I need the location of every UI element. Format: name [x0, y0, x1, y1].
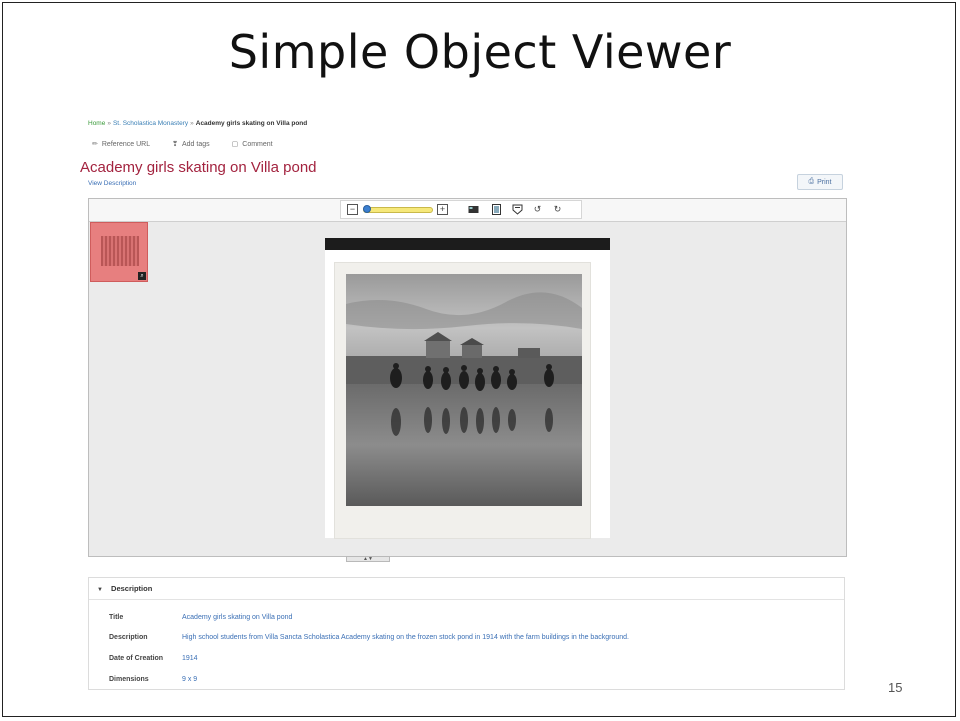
zoom-in-icon[interactable]: + — [437, 204, 448, 215]
print-label: Print — [817, 178, 832, 186]
rotate-right-icon[interactable]: ↻ — [552, 204, 563, 215]
field-value[interactable]: 9 x 9 — [182, 676, 197, 683]
reference-url-label: Reference URL — [101, 140, 151, 148]
comment-link[interactable]: ▢ Comment — [231, 140, 273, 149]
magnify-icon[interactable]: ⌕ — [138, 272, 146, 280]
slide-title: Simple Object Viewer — [228, 25, 732, 79]
object-actions: ✏ Reference URL ❣ Add tags ▢ Comment — [92, 140, 273, 149]
field-value[interactable]: High school students from Villa Sancta S… — [182, 634, 629, 641]
comment-label: Comment — [242, 140, 273, 148]
link-icon: ✏ — [92, 141, 98, 148]
fit-page-icon[interactable] — [491, 204, 502, 215]
page-layout-icon[interactable] — [512, 204, 523, 215]
image-canvas[interactable] — [325, 238, 610, 538]
fit-width-icon[interactable] — [468, 204, 479, 215]
viewer-resize-handle[interactable]: ▲▼ — [346, 556, 390, 562]
breadcrumb: Home» St. Scholastica Monastery» Academy g… — [88, 120, 307, 127]
viewer-toolbar: − + ↺ ↻ — [89, 199, 846, 222]
tag-icon: ❣ — [172, 141, 178, 148]
collapse-triangle-icon: ▼ — [97, 587, 103, 593]
viewer-toolbar-group: − + ↺ ↻ — [340, 200, 582, 219]
field-label: Date of Creation — [109, 655, 164, 662]
description-panel: ▼ Description Title Academy girls skatin… — [88, 577, 845, 690]
field-value[interactable]: Academy girls skating on Villa pond — [182, 614, 292, 621]
zoom-slider-handle[interactable] — [363, 205, 371, 213]
breadcrumb-separator: » — [190, 120, 194, 127]
print-button[interactable]: ⎙ Print — [797, 174, 843, 190]
field-value[interactable]: 1914 — [182, 655, 198, 662]
description-header[interactable]: ▼ Description — [89, 578, 844, 600]
field-label: Dimensions — [109, 676, 149, 683]
zoom-out-icon[interactable]: − — [347, 204, 358, 215]
reference-url-link[interactable]: ✏ Reference URL — [92, 140, 151, 149]
field-label: Description — [109, 634, 148, 641]
breadcrumb-collection[interactable]: St. Scholastica Monastery — [113, 120, 188, 127]
zoom-slider[interactable] — [363, 207, 433, 213]
slide-page-number: 15 — [888, 680, 903, 695]
add-tags-label: Add tags — [182, 140, 210, 148]
object-title: Academy girls skating on Villa pond — [80, 159, 317, 176]
image-top-bar — [325, 238, 610, 250]
description-header-label: Description — [111, 584, 153, 593]
rotate-left-icon[interactable]: ↺ — [532, 204, 543, 215]
view-description-link[interactable]: View Description — [88, 180, 136, 187]
image-viewer[interactable]: − + ↺ ↻ ⌕ — [88, 198, 847, 557]
printer-icon: ⎙ — [808, 178, 815, 185]
skating-photograph — [346, 274, 582, 506]
page-thumbnail[interactable]: ⌕ — [90, 222, 148, 282]
thumbnail-image — [101, 236, 139, 266]
photo-mount — [335, 263, 590, 538]
add-tags-link[interactable]: ❣ Add tags — [172, 140, 210, 149]
field-label: Title — [109, 614, 124, 621]
comment-icon: ▢ — [231, 141, 239, 148]
breadcrumb-home[interactable]: Home — [88, 120, 105, 127]
breadcrumb-current: Academy girls skating on Villa pond — [195, 120, 308, 127]
breadcrumb-separator: » — [107, 120, 111, 127]
